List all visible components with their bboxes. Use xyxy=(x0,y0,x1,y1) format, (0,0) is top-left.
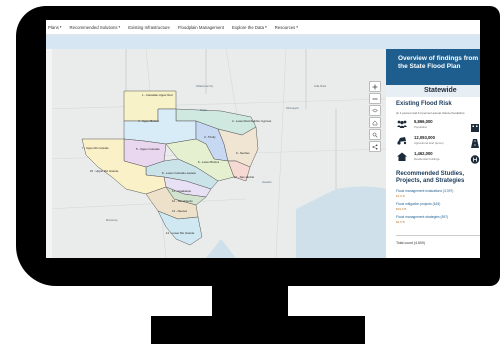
tractor-icon xyxy=(396,135,408,145)
region-label: 10 - San Jacinto xyxy=(234,175,255,179)
share-button[interactable] xyxy=(369,141,381,152)
plus-icon xyxy=(372,84,378,89)
header-strip xyxy=(46,35,480,49)
monitor-neck xyxy=(212,284,288,320)
strategies-cost: $2.5 B xyxy=(396,220,405,224)
population-value: 5,866,000 xyxy=(414,119,433,124)
nav-explore-data[interactable]: Explore the Data ▾ xyxy=(232,25,267,30)
monitor-screen: Plans ▾ Recommended Solutions ▾ Existing I… xyxy=(46,20,480,258)
building-icon xyxy=(470,119,480,132)
findings-panel: Overview of findings from the State Floo… xyxy=(386,49,480,258)
city-label: Oklahoma City xyxy=(196,85,214,88)
top-nav: Plans ▾ Recommended Solutions ▾ Existing I… xyxy=(46,20,480,35)
evaluations-cost: $1.0 B xyxy=(396,194,405,198)
section-title: Recommended Studies, Projects, and Strat… xyxy=(396,171,465,184)
home-button[interactable] xyxy=(369,117,381,128)
residential-value: 1,462,000 xyxy=(414,151,433,156)
flood-map[interactable]: 1 - Canadian-Upper Red 2 - Lower Red-Sul… xyxy=(46,49,386,258)
city-label: Shreveport xyxy=(286,107,299,110)
nav-existing-infrastructure[interactable]: Existing Infrastructure xyxy=(128,25,170,30)
city-label: Monterrey xyxy=(106,219,118,222)
search-icon xyxy=(372,132,378,138)
people-icon xyxy=(396,119,408,129)
minus-icon xyxy=(372,98,378,99)
region-label: 7 - Upper Rio Grande xyxy=(82,146,109,150)
chevron-down-icon: ▾ xyxy=(296,25,299,29)
chevron-down-icon: ▾ xyxy=(118,25,121,29)
region-label: 4 - Upper Brazos xyxy=(138,119,160,123)
region-label: 9 - Neches xyxy=(236,151,250,155)
region-label: 14 - Lower Rio Grande xyxy=(166,231,195,235)
nav-recommended-solutions[interactable]: Recommended Solutions ▾ xyxy=(70,25,121,30)
map-left-edge xyxy=(46,49,52,258)
panel-title: Overview of findings from the State Floo… xyxy=(386,49,480,85)
panel-subheader: Statewide xyxy=(386,85,480,97)
region-label: 6 - Lower Brazos xyxy=(198,160,220,164)
divider xyxy=(396,235,480,236)
nav-plans[interactable]: Plans ▾ xyxy=(48,25,62,30)
nav-floodplain-management[interactable]: Floodplain Management xyxy=(178,25,224,30)
monitor-base xyxy=(151,316,365,344)
city-label: Dallas xyxy=(200,109,208,112)
residential-label: Residential buildings xyxy=(414,157,440,161)
region-label: 15 - Upper Rio Grande xyxy=(90,169,119,173)
zoom-in-button[interactable] xyxy=(369,81,381,92)
search-button[interactable] xyxy=(369,129,381,140)
region-label: 8 - Lower Colorado-Lavaca xyxy=(162,171,196,175)
projects-link[interactable]: Flood mitigation projects (615) xyxy=(396,202,440,206)
share-icon xyxy=(372,144,378,149)
home-icon xyxy=(372,120,378,125)
agriculture-value: 12,093,000 xyxy=(414,135,435,140)
region-label: 12 - San Antonio xyxy=(172,199,193,203)
region-label: 5 - Upper Colorado xyxy=(136,147,160,151)
city-label: Houston xyxy=(262,181,272,184)
section-title: Existing Flood Risk xyxy=(396,101,452,107)
layers-button[interactable] xyxy=(369,105,381,116)
region-label: 2 - Lower Red-Sulphur-Cypress xyxy=(232,119,272,123)
region-label: 13 - Nueces xyxy=(172,209,188,213)
road-icon xyxy=(470,135,480,148)
total-count: Total count (4,609) xyxy=(396,241,425,245)
map-canvas xyxy=(46,49,386,258)
chevron-down-icon: ▾ xyxy=(264,25,267,29)
population-label: Population xyxy=(414,125,428,129)
layers-icon xyxy=(372,108,378,112)
nav-resources[interactable]: Resources ▾ xyxy=(275,25,298,30)
city-label: Little Rock xyxy=(314,85,327,88)
strategies-link[interactable]: Flood management strategies (897) xyxy=(396,215,448,219)
hospital-icon xyxy=(470,151,480,164)
evaluations-link[interactable]: Flood management evaluations (3,097) xyxy=(396,189,453,193)
agriculture-label: Agricultural land (acres) xyxy=(414,141,444,145)
house-icon xyxy=(396,151,408,161)
region-label: 11 - Guadalupe xyxy=(172,189,192,193)
chevron-down-icon: ▾ xyxy=(59,25,62,29)
zoom-out-button[interactable] xyxy=(369,93,381,104)
section-note: (in 1 percent and 0.2 percent annual cha… xyxy=(396,111,465,115)
region-label: 1 - Canadian-Upper Red xyxy=(142,93,173,97)
projects-cost: $29.0 B xyxy=(396,207,407,211)
region-label: 3 - Trinity xyxy=(204,135,216,139)
